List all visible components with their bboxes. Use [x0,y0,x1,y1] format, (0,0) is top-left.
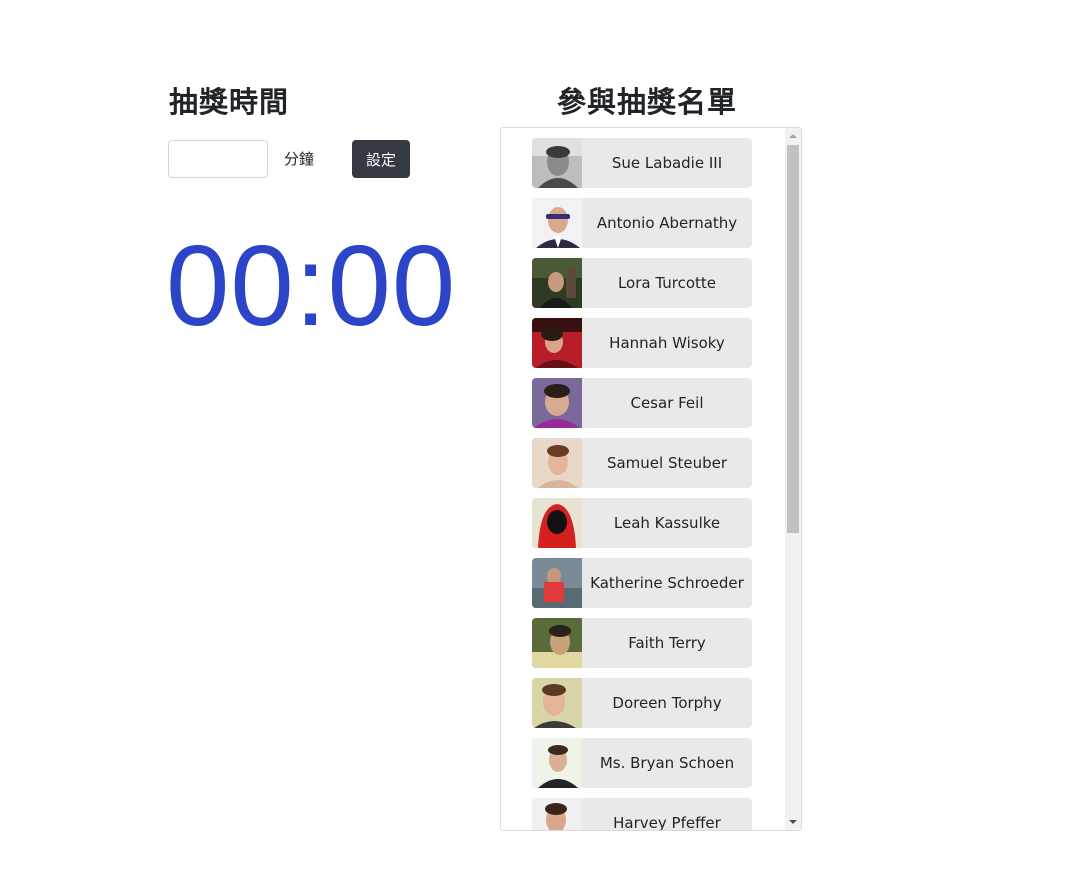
participant-item[interactable]: Doreen Torphy [532,678,752,728]
avatar [532,498,582,548]
minutes-input[interactable] [168,140,268,178]
page: 抽獎時間 分鐘 設定 00:00 參與抽獎名單 Sue Labadie III … [0,0,1076,887]
participant-item[interactable]: Antonio Abernathy [532,198,752,248]
participant-name: Leah Kassulke [613,514,721,532]
participant-name: Hannah Wisoky [609,334,725,352]
participants-title: 參與抽獎名單 [557,85,738,119]
participant-item[interactable]: Hannah Wisoky [532,318,752,368]
participant-name: Harvey Pfeffer [613,814,721,830]
list-scrollbar[interactable] [785,128,801,830]
participant-item[interactable]: Leah Kassulke [532,498,752,548]
participant-name: Sue Labadie III [611,154,723,172]
countdown-display: 00:00 [166,223,457,350]
avatar [532,318,582,368]
participants-list[interactable]: Sue Labadie III Antonio Abernathy Lora T… [500,127,802,831]
avatar [532,618,582,668]
participant-item[interactable]: Katherine Schroeder [532,558,752,608]
avatar [532,678,582,728]
avatar [532,798,582,830]
minutes-unit-label: 分鐘 [284,150,315,168]
avatar [532,438,582,488]
participant-item[interactable]: Lora Turcotte [532,258,752,308]
participant-name: Lora Turcotte [617,274,717,292]
timer-title: 抽獎時間 [169,85,290,119]
participant-name: Cesar Feil [630,394,704,412]
avatar [532,738,582,788]
participants-list-content: Sue Labadie III Antonio Abernathy Lora T… [501,128,785,830]
participant-name: Samuel Steuber [606,454,728,472]
participant-name: Katherine Schroeder [590,574,744,592]
participant-name: Faith Terry [628,634,706,652]
participant-name: Antonio Abernathy [596,214,738,232]
avatar [532,558,582,608]
avatar [532,258,582,308]
participant-name: Doreen Torphy [612,694,722,712]
participant-item[interactable]: Cesar Feil [532,378,752,428]
avatar [532,198,582,248]
avatar [532,138,582,188]
set-button[interactable]: 設定 [352,140,410,178]
participant-name: Ms. Bryan Schoen [599,754,735,772]
participant-item[interactable]: Samuel Steuber [532,438,752,488]
avatar [532,378,582,428]
participant-item[interactable]: Faith Terry [532,618,752,668]
scroll-thumb[interactable] [787,145,799,533]
scroll-up-arrow-icon[interactable] [785,128,801,144]
participant-item[interactable]: Sue Labadie III [532,138,752,188]
participant-item[interactable]: Harvey Pfeffer [532,798,752,830]
participant-item[interactable]: Ms. Bryan Schoen [532,738,752,788]
scroll-down-arrow-icon[interactable] [785,814,801,830]
